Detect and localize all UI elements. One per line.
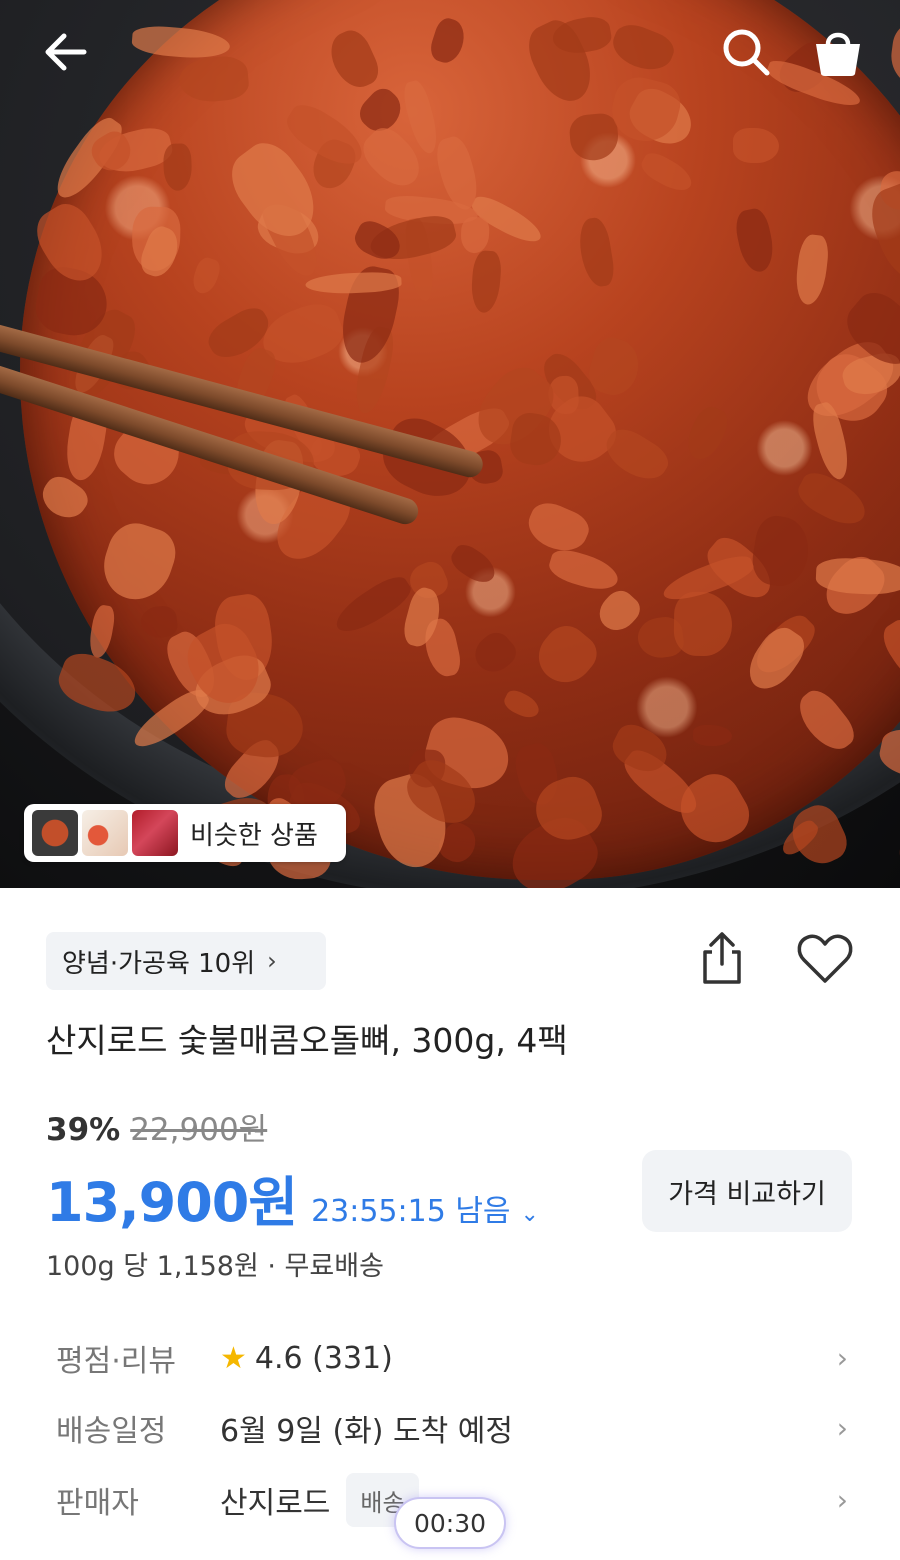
product-image[interactable]: 비슷한 상품 <box>0 0 900 888</box>
meat-chunk <box>127 683 214 755</box>
chevron-right-icon: › <box>836 1411 848 1445</box>
meat-chunk <box>470 249 503 315</box>
meat-chunk <box>521 496 594 559</box>
meat-chunk <box>427 15 470 67</box>
similar-thumbnail <box>32 810 78 856</box>
shopping-bag-icon <box>816 32 860 76</box>
meat-chunk <box>793 232 831 306</box>
rating-value: 4.6 (331) <box>254 1340 393 1376</box>
star-icon: ★ <box>220 1340 247 1376</box>
price-row: 13,900원 23:55:15 남음 ⌄ <box>46 1158 539 1237</box>
meat-chunk <box>176 53 251 105</box>
meat-chunk <box>501 687 543 722</box>
meat-chunk <box>139 604 179 640</box>
unit-price-shipping: 100g 당 1,158원 · 무료배송 <box>46 1251 384 1282</box>
meat-chunk <box>576 216 617 290</box>
meat-chunk <box>733 206 779 275</box>
meat-chunk <box>189 255 223 297</box>
share-icon <box>703 932 741 984</box>
meat-chunk <box>329 569 417 642</box>
price-compare-button[interactable]: 가격 비교하기 <box>642 1150 852 1232</box>
meat-chunk <box>876 614 900 687</box>
meat-chunk <box>567 112 620 163</box>
delivery-row[interactable]: 배송일정 6월 9일 (화) 도착 예정 › <box>56 1398 856 1458</box>
meat-chunk <box>323 25 384 95</box>
meat-chunk <box>545 545 622 596</box>
share-button[interactable] <box>692 926 752 990</box>
rating-row[interactable]: 평점·리뷰 ★ 4.6 (331) › <box>56 1328 856 1388</box>
meat-chunk <box>94 516 182 609</box>
search-button[interactable] <box>716 22 776 82</box>
chevron-right-icon: › <box>267 947 277 975</box>
product-title: 산지로드 숯불매콤오돌뼈, 300g, 4팩 <box>46 1021 568 1060</box>
meat-chunk <box>732 127 779 163</box>
sale-price: 13,900원 <box>46 1171 298 1234</box>
back-button[interactable] <box>36 22 96 82</box>
seller-value-wrap: 산지로드 배송 <box>220 1473 419 1527</box>
category-rank-chip[interactable]: 양념·가공육 10위 › <box>46 932 326 990</box>
heart-icon <box>797 934 853 983</box>
meat-chunk <box>749 513 814 591</box>
meat-chunk <box>607 19 679 79</box>
chevron-right-icon: › <box>836 1341 848 1375</box>
meat-chunk <box>468 626 522 680</box>
rating-value-wrap: ★ 4.6 (331) <box>220 1341 393 1376</box>
similar-thumbnail <box>132 810 178 856</box>
discount-rate: 39% <box>46 1112 121 1148</box>
meat-chunk <box>862 176 900 289</box>
wishlist-button[interactable] <box>794 930 856 988</box>
similar-products-button[interactable]: 비슷한 상품 <box>24 804 346 862</box>
meat-chunk <box>446 540 501 590</box>
discount-row: 39% 22,900원 <box>46 1104 267 1149</box>
meat-chunk <box>27 196 115 292</box>
meat-chunk <box>131 24 232 62</box>
original-price: 22,900원 <box>130 1112 268 1148</box>
meat-chunk <box>162 142 193 191</box>
meat-chunk <box>528 617 605 694</box>
seller-label: 판매자 <box>56 1486 139 1521</box>
chevron-right-icon: › <box>836 1483 848 1517</box>
meat-chunk <box>52 646 144 721</box>
meat-chunk <box>692 724 733 747</box>
meat-chunk <box>886 17 900 92</box>
meat-chunk <box>636 148 697 198</box>
floating-timer[interactable]: 00:30 <box>394 1497 506 1549</box>
meat-chunk <box>592 585 645 639</box>
meat-chunk <box>790 683 861 759</box>
cart-button[interactable] <box>808 22 868 82</box>
deal-countdown[interactable]: 23:55:15 남음 <box>311 1186 510 1230</box>
meat-chunk <box>876 725 900 786</box>
similar-thumbnail <box>82 810 128 856</box>
delivery-value: 6월 9일 (화) 도착 예정 <box>220 1414 513 1449</box>
meat-chunk <box>682 402 733 465</box>
search-icon <box>723 29 770 76</box>
rank-label: 양념·가공육 10위 <box>62 948 256 979</box>
arrow-left-icon <box>45 33 87 71</box>
delivery-label: 배송일정 <box>56 1414 167 1449</box>
meat-chunk <box>86 603 117 660</box>
chevron-down-icon[interactable]: ⌄ <box>521 1202 539 1227</box>
meat-chunk <box>673 591 733 657</box>
seller-name: 산지로드 <box>220 1486 331 1521</box>
similar-products-label: 비슷한 상품 <box>190 820 318 851</box>
meat-chunk <box>896 815 900 874</box>
rating-label: 평점·리뷰 <box>56 1344 176 1379</box>
